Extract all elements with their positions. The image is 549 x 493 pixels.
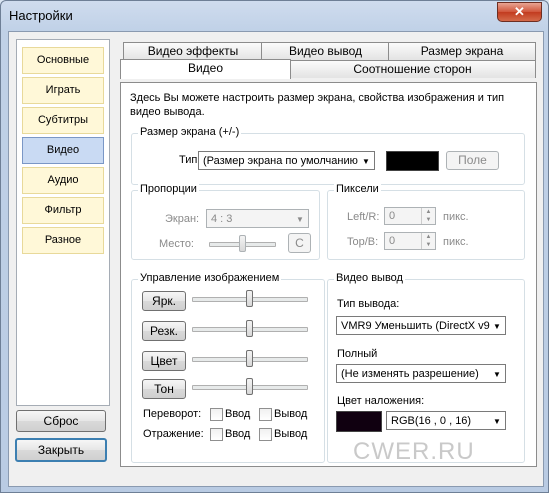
left-label: Left/R: <box>347 211 380 223</box>
brightness-slider-thumb[interactable] <box>246 290 253 307</box>
sharpness-slider-thumb[interactable] <box>246 320 253 337</box>
top-pixels-spinner[interactable]: 0 ▲ ▼ <box>384 232 436 250</box>
mirror-output-checkbox[interactable] <box>259 428 272 441</box>
mirror-label: Отражение: <box>143 428 204 440</box>
sidebar-item-misc[interactable]: Разное <box>22 227 104 254</box>
close-window-button[interactable]: ✕ <box>497 2 542 22</box>
flip-input-label: Ввод <box>225 408 251 420</box>
video-panel: Здесь Вы можете настроить размер экрана,… <box>120 82 537 467</box>
flip-output-checkbox[interactable] <box>259 408 272 421</box>
sidebar-item-play[interactable]: Играть <box>22 77 104 104</box>
output-type-select[interactable]: VMR9 Уменьшить (DirectX v9 ▼ <box>336 316 506 335</box>
spin-down-icon[interactable]: ▼ <box>421 241 435 249</box>
color-slider-thumb[interactable] <box>246 350 253 367</box>
video-output-group-title: Видео вывод <box>334 272 405 284</box>
flip-output-label: Вывод <box>274 408 308 420</box>
place-slider-thumb[interactable] <box>239 235 246 252</box>
tab-video-output[interactable]: Видео вывод <box>261 42 390 60</box>
hue-button[interactable]: Тон <box>142 379 186 399</box>
sidebar: Основные Играть Субтитры Видео Аудио Фил… <box>16 39 110 406</box>
full-resolution-value: (Не изменять разрешение) <box>341 368 479 380</box>
place-center-button[interactable]: C <box>288 233 311 253</box>
flip-input-checkbox[interactable] <box>210 408 223 421</box>
sidebar-item-subtitles[interactable]: Субтитры <box>22 107 104 134</box>
place-label: Место: <box>159 238 194 250</box>
tab-aspect-ratio[interactable]: Соотношение сторон <box>289 60 536 78</box>
tab-video-effects[interactable]: Видео эффекты <box>123 42 263 60</box>
flip-label: Переворот: <box>143 408 202 420</box>
top-pixels-value: 0 <box>389 235 396 247</box>
full-label: Полный <box>337 348 378 360</box>
screen-type-select[interactable]: (Размер экрана по умолчанию ▼ <box>198 151 375 170</box>
overlay-color-swatch[interactable] <box>336 411 382 432</box>
screen-aspect-select[interactable]: 4 : 3 ▼ <box>206 209 309 228</box>
tab-video[interactable]: Видео <box>120 59 291 79</box>
mirror-input-checkbox[interactable] <box>210 428 223 441</box>
left-pixels-spinner[interactable]: 0 ▲ ▼ <box>384 207 436 225</box>
spin-up-icon[interactable]: ▲ <box>421 233 435 241</box>
output-type-value: VMR9 Уменьшить (DirectX v9 <box>341 320 490 332</box>
sidebar-item-video[interactable]: Видео <box>22 137 104 164</box>
client-area: Основные Играть Субтитры Видео Аудио Фил… <box>8 31 544 487</box>
description-text: Здесь Вы можете настроить размер экрана,… <box>130 92 505 118</box>
screen-type-value: (Размер экрана по умолчанию <box>203 155 358 167</box>
reset-button[interactable]: Сброс <box>16 410 106 432</box>
overlay-label: Цвет наложения: <box>337 395 425 407</box>
screen-label: Экран: <box>165 213 200 225</box>
output-type-label: Тип вывода: <box>337 298 400 310</box>
chevron-down-icon: ▼ <box>296 215 304 224</box>
left-pixels-value: 0 <box>389 210 396 222</box>
chevron-down-icon: ▼ <box>493 417 501 426</box>
mirror-output-label: Вывод <box>274 428 308 440</box>
hue-slider-thumb[interactable] <box>246 378 253 395</box>
sidebar-item-basic[interactable]: Основные <box>22 47 104 74</box>
spin-up-icon[interactable]: ▲ <box>421 208 435 216</box>
color-button[interactable]: Цвет <box>142 351 186 371</box>
overlay-color-value: RGB(16 , 0 , 16) <box>391 415 472 427</box>
top-label: Top/B: <box>347 236 379 248</box>
chevron-down-icon: ▼ <box>362 157 370 166</box>
left-unit: пикс. <box>443 211 469 223</box>
mirror-input-label: Ввод <box>225 428 251 440</box>
spin-down-icon[interactable]: ▼ <box>421 216 435 224</box>
screen-aspect-value: 4 : 3 <box>211 213 233 225</box>
brightness-button[interactable]: Ярк. <box>142 291 186 311</box>
field-button[interactable]: Поле <box>446 151 499 170</box>
sidebar-item-audio[interactable]: Аудио <box>22 167 104 194</box>
screen-color-swatch[interactable] <box>386 151 439 171</box>
chevron-down-icon: ▼ <box>493 370 501 379</box>
overlay-color-select[interactable]: RGB(16 , 0 , 16) ▼ <box>386 411 506 430</box>
image-control-group-title: Управление изображением <box>138 272 282 284</box>
pixels-group-title: Пиксели <box>334 183 381 195</box>
window-title: Настройки <box>9 8 73 23</box>
top-unit: пикс. <box>443 236 469 248</box>
settings-window: Настройки ✕ Основные Играть Субтитры Вид… <box>0 0 549 493</box>
close-button[interactable]: Закрыть <box>15 438 107 462</box>
sharpness-button[interactable]: Резк. <box>142 321 186 341</box>
sidebar-item-filter[interactable]: Фильтр <box>22 197 104 224</box>
screen-size-group-title: Размер экрана (+/-) <box>138 126 242 138</box>
tab-screen-size[interactable]: Размер экрана <box>388 42 536 60</box>
chevron-down-icon: ▼ <box>493 322 501 331</box>
watermark-text: CWER.RU <box>353 438 475 465</box>
proportions-group-title: Пропорции <box>138 183 199 195</box>
full-resolution-select[interactable]: (Не изменять разрешение) ▼ <box>336 364 506 383</box>
